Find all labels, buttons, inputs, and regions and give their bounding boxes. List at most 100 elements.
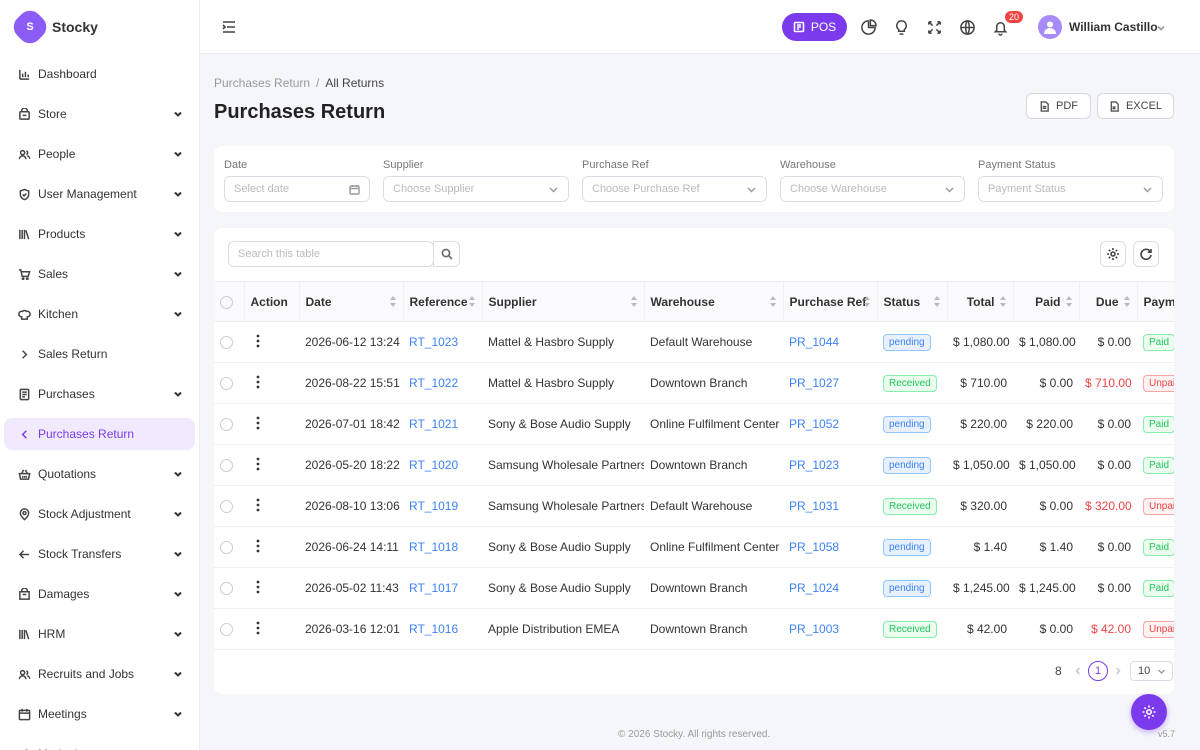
table-row[interactable]: 2026-05-02 11:43 RT_1017 Sony & Bose Audio… (214, 568, 1174, 609)
sidebar-item-quotations[interactable]: Quotations (0, 454, 199, 494)
sidebar-item-hrm[interactable]: HRM (0, 614, 199, 654)
sidebar-item-sales[interactable]: Sales (0, 254, 199, 294)
menu-toggle-icon[interactable] (220, 18, 238, 36)
chevron-down-icon[interactable] (1156, 22, 1166, 32)
cell-purchase-ref[interactable]: PR_1058 (783, 527, 877, 568)
cell-reference[interactable]: RT_1017 (403, 568, 482, 609)
table-row[interactable]: 2026-05-20 18:22 RT_1020 Samsung Wholesale… (214, 445, 1174, 486)
column-header-date[interactable]: Date (299, 281, 404, 322)
more-vertical-icon[interactable] (250, 579, 266, 595)
sidebar-item-dashboard[interactable]: Dashboard (0, 54, 199, 94)
column-header-purchase-ref[interactable]: Purchase Ref (783, 281, 878, 322)
cell-reference[interactable]: RT_1016 (403, 609, 482, 650)
cell-purchase-ref[interactable]: PR_1024 (783, 568, 877, 609)
sidebar-item-user-management[interactable]: User Management (0, 174, 199, 214)
sidebar-item-kitchen[interactable]: Kitchen (0, 294, 199, 334)
column-header-paid[interactable]: Paid (1013, 281, 1080, 322)
sidebar-item-purchases-return[interactable]: Purchases Return (4, 418, 195, 450)
sidebar-item-damages[interactable]: Damages (0, 574, 199, 614)
cell-reference[interactable]: RT_1019 (403, 486, 482, 527)
settings-fab[interactable] (1131, 694, 1167, 730)
sidebar-item-people[interactable]: People (0, 134, 199, 174)
sidebar-item-recruits-and-jobs[interactable]: Recruits and Jobs (0, 654, 199, 694)
pagination-current-page[interactable]: 1 (1088, 661, 1108, 681)
chevron-right-icon[interactable] (1113, 665, 1123, 675)
column-header-due[interactable]: Due (1079, 281, 1138, 322)
sidebar-item-marketing[interactable]: Marketing (0, 734, 199, 750)
sidebar-item-stock-adjustment[interactable]: Stock Adjustment (0, 494, 199, 534)
row-checkbox[interactable] (220, 582, 233, 596)
more-vertical-icon[interactable] (250, 415, 266, 431)
table-search-input[interactable]: Search this table (228, 241, 434, 267)
sidebar-item-sales-return[interactable]: Sales Return (0, 334, 199, 374)
column-header-supplier[interactable]: Supplier (482, 281, 645, 322)
avatar[interactable] (1038, 15, 1062, 39)
table-row[interactable]: 2026-06-24 14:11 RT_1018 Sony & Bose Audio… (214, 527, 1174, 568)
more-vertical-icon[interactable] (250, 333, 266, 349)
table-row[interactable]: 2026-07-01 18:42 RT_1021 Sony & Bose Audio… (214, 404, 1174, 445)
more-vertical-icon[interactable] (250, 374, 266, 390)
more-vertical-icon[interactable] (250, 538, 266, 554)
column-header-total[interactable]: Total (947, 281, 1014, 322)
pdf-button[interactable]: PDF (1026, 93, 1091, 119)
cell-purchase-ref[interactable]: PR_1044 (783, 322, 877, 363)
globe-icon[interactable] (957, 17, 977, 37)
more-vertical-icon[interactable] (250, 497, 266, 513)
table-row[interactable]: 2026-08-10 13:06 RT_1019 Samsung Wholesale… (214, 486, 1174, 527)
table-row[interactable]: 2026-03-16 12:01 RT_1016 Apple Distributio… (214, 609, 1174, 650)
column-settings-button[interactable] (1100, 241, 1126, 267)
sidebar-item-stock-transfers[interactable]: Stock Transfers (0, 534, 199, 574)
row-checkbox[interactable] (220, 418, 233, 432)
supplier-filter-select[interactable]: Choose Supplier (383, 176, 569, 202)
column-header-payment[interactable]: Payment (1137, 281, 1174, 322)
column-header-reference[interactable]: Reference (403, 281, 483, 322)
pos-button[interactable]: POS (782, 13, 847, 41)
refresh-button[interactable] (1133, 241, 1159, 267)
pie-chart-icon[interactable] (858, 17, 878, 37)
chef-hat-icon (17, 307, 31, 321)
table-search-placeholder: Search this table (238, 248, 320, 260)
chevron-left-icon[interactable] (1073, 665, 1083, 675)
row-checkbox[interactable] (220, 623, 233, 637)
excel-button[interactable]: EXCEL (1097, 93, 1174, 119)
sidebar-item-products[interactable]: Products (0, 214, 199, 254)
cell-reference[interactable]: RT_1020 (403, 445, 482, 486)
search-button[interactable] (433, 241, 460, 267)
column-header-status[interactable]: Status (877, 281, 948, 322)
table-row[interactable]: 2026-08-22 15:51 RT_1022 Mattel & Hasbro S… (214, 363, 1174, 404)
more-vertical-icon[interactable] (250, 620, 266, 636)
user-name[interactable]: William Castillo (1069, 20, 1158, 34)
cell-purchase-ref[interactable]: PR_1052 (783, 404, 877, 445)
cell-reference[interactable]: RT_1018 (403, 527, 482, 568)
lightbulb-icon[interactable] (891, 17, 911, 37)
row-checkbox[interactable] (220, 336, 233, 350)
cell-purchase-ref[interactable]: PR_1003 (783, 609, 877, 650)
date-filter-input[interactable]: Select date (224, 176, 370, 202)
warehouse-filter-select[interactable]: Choose Warehouse (780, 176, 965, 202)
sidebar-item-purchases[interactable]: Purchases (0, 374, 199, 414)
more-vertical-icon[interactable] (250, 456, 266, 472)
row-checkbox[interactable] (220, 459, 233, 473)
sidebar-item-meetings[interactable]: Meetings (0, 694, 199, 734)
cell-reference[interactable]: RT_1021 (403, 404, 482, 445)
select-all-checkbox[interactable] (220, 295, 233, 309)
brand[interactable]: S Stocky (0, 0, 199, 54)
table-row[interactable]: 2026-06-12 13:24 RT_1023 Mattel & Hasbro S… (214, 322, 1174, 363)
page-size-select[interactable]: 10 (1130, 661, 1173, 681)
row-checkbox[interactable] (220, 377, 233, 391)
purchase-ref-filter-select[interactable]: Choose Purchase Ref (582, 176, 767, 202)
cell-reference[interactable]: RT_1023 (403, 322, 482, 363)
column-header-warehouse[interactable]: Warehouse (644, 281, 784, 322)
cell-total: $ 1.40 (973, 540, 1007, 554)
cell-reference[interactable]: RT_1022 (403, 363, 482, 404)
sidebar-item-store[interactable]: Store (0, 94, 199, 134)
fullscreen-icon[interactable] (924, 17, 944, 37)
breadcrumb-parent[interactable]: Purchases Return (214, 76, 310, 90)
cell-purchase-ref[interactable]: PR_1031 (783, 486, 877, 527)
file-icon (1040, 100, 1049, 112)
cell-purchase-ref[interactable]: PR_1023 (783, 445, 877, 486)
row-checkbox[interactable] (220, 500, 233, 514)
row-checkbox[interactable] (220, 541, 233, 555)
cell-purchase-ref[interactable]: PR_1027 (783, 363, 877, 404)
payment-status-filter-select[interactable]: Payment Status (978, 176, 1163, 202)
